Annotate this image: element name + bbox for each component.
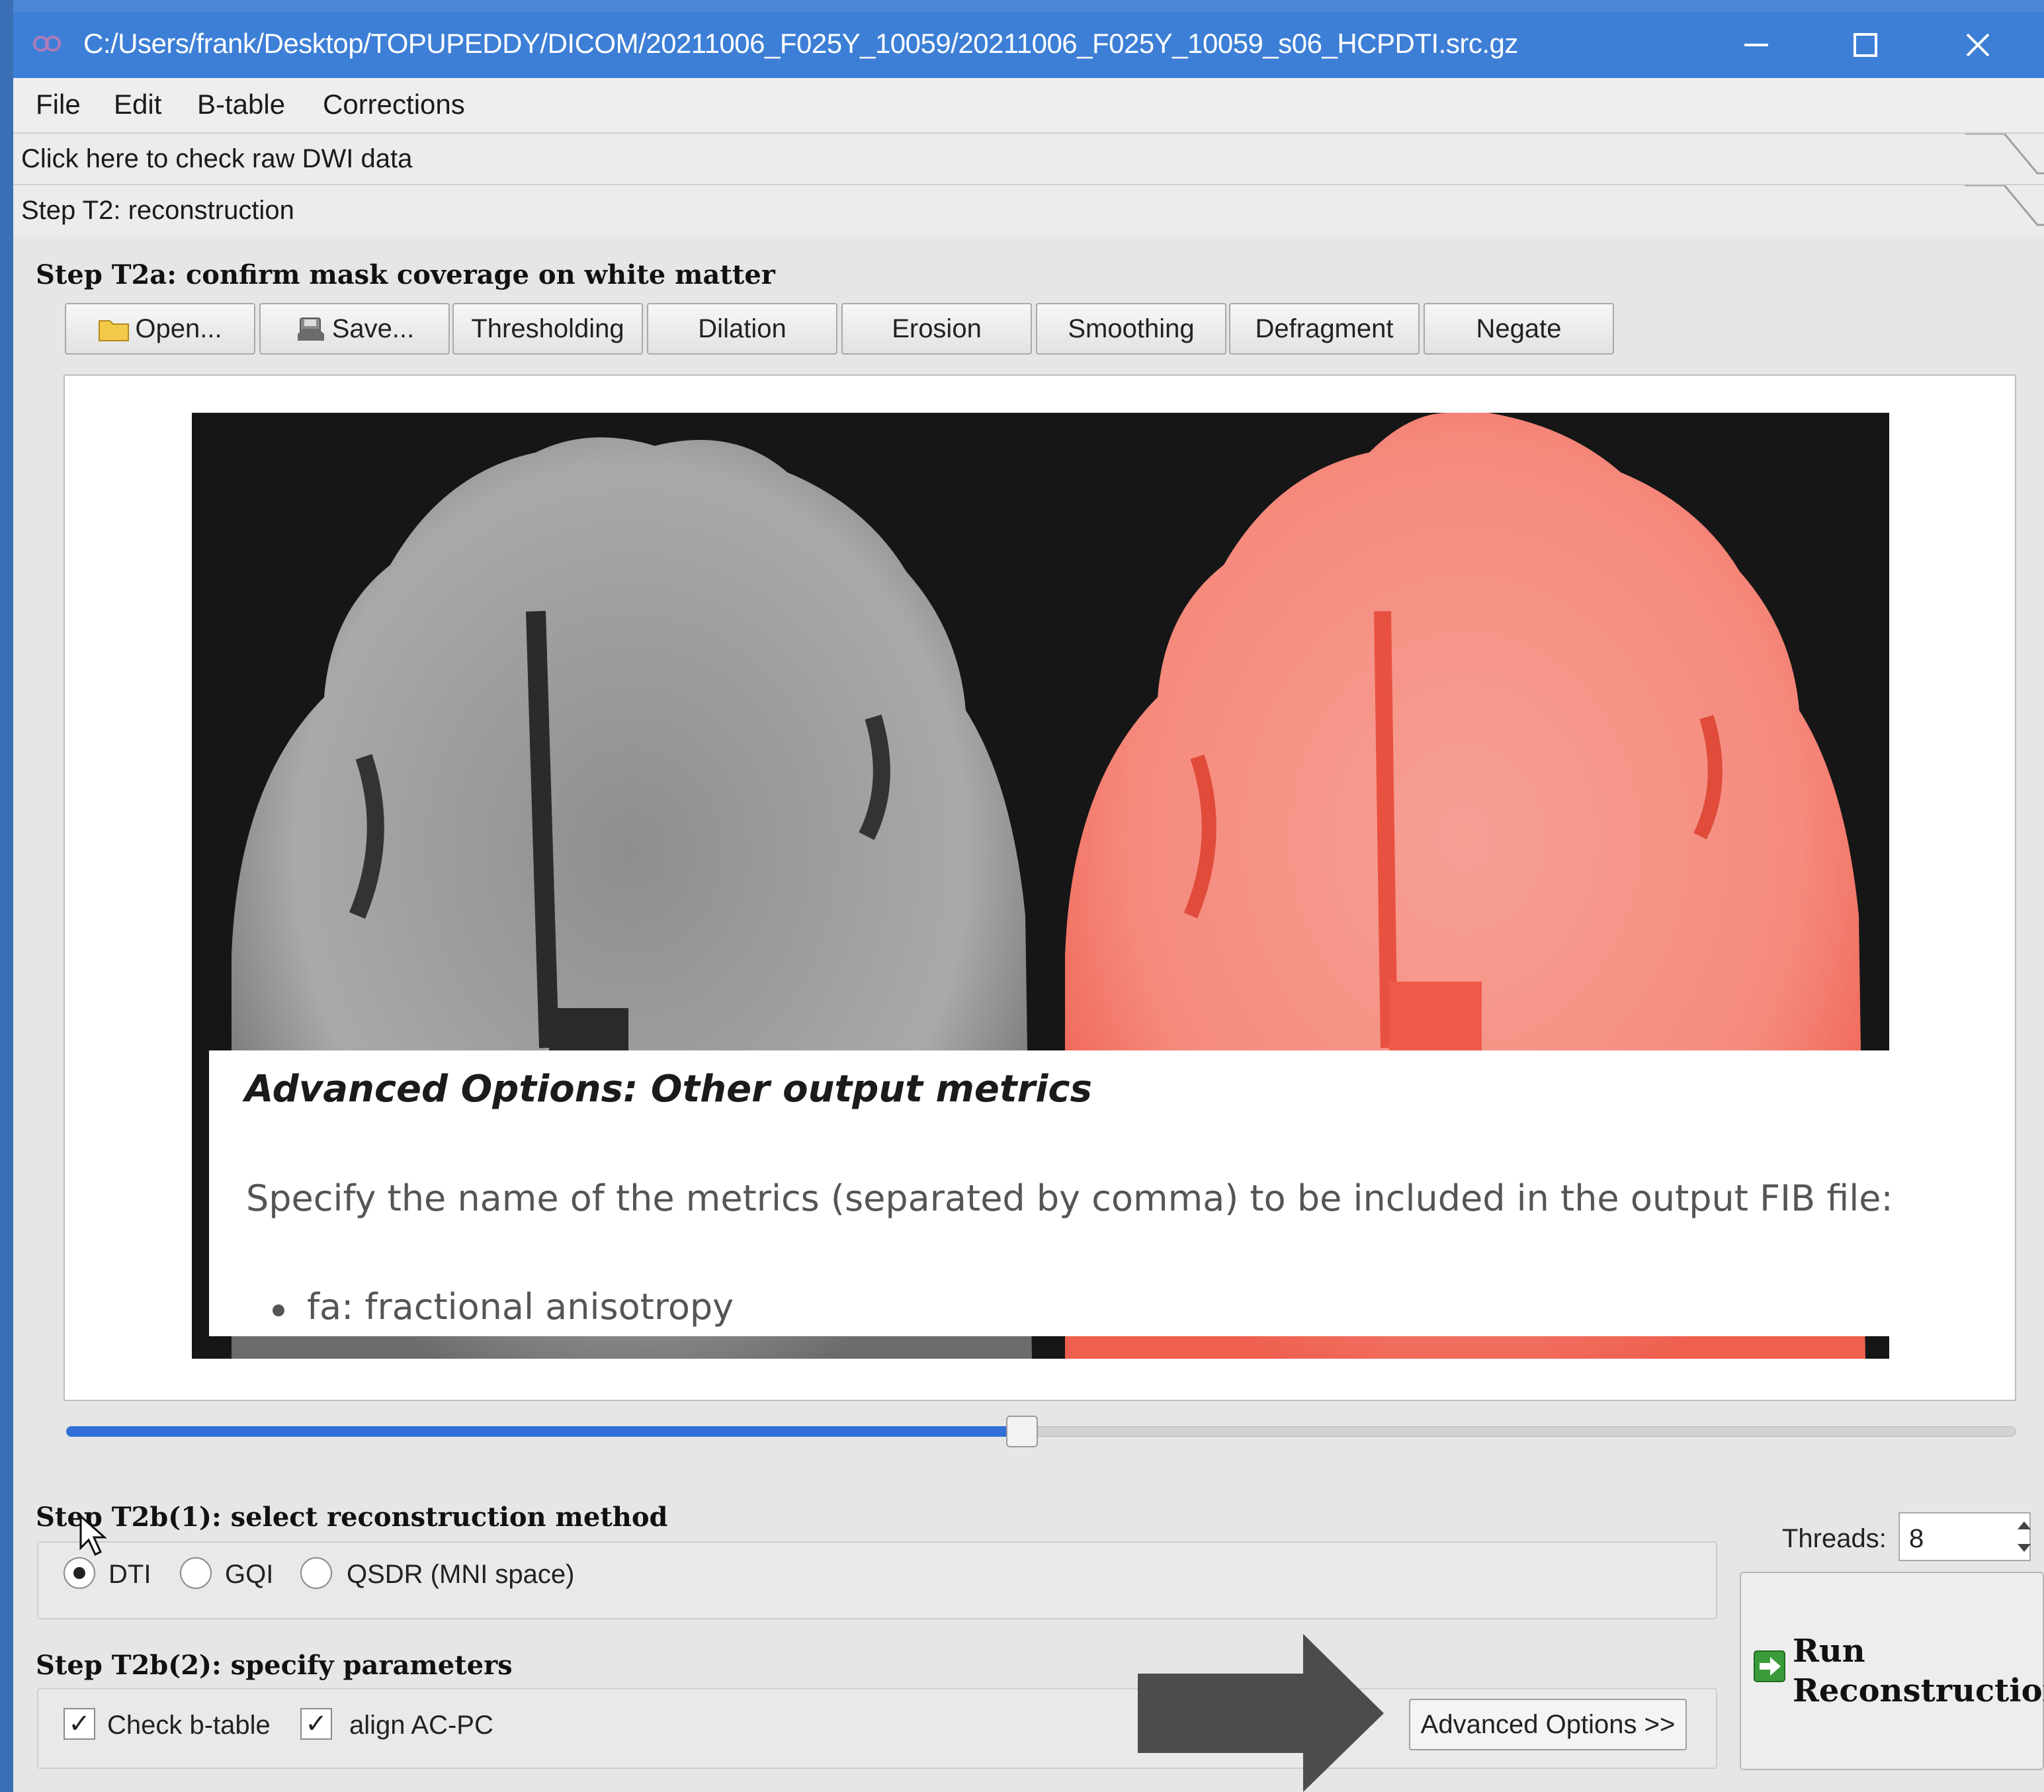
radio-gqi-label: GQI — [225, 1560, 274, 1589]
spin-down-icon — [2018, 1544, 2031, 1552]
app-icon — [33, 36, 61, 52]
desktop-strip-top — [0, 0, 2044, 12]
maximize-icon — [1853, 33, 1877, 57]
menu-corrections[interactable]: Corrections — [323, 89, 465, 120]
radio-gqi[interactable] — [180, 1557, 212, 1589]
check-b-table-checkbox[interactable]: ✓ — [64, 1708, 95, 1740]
mouse-cursor-icon — [79, 1515, 107, 1557]
align-acpc-label: align AC-PC — [349, 1711, 493, 1740]
run-label-line1: Run — [1793, 1633, 1865, 1670]
help-card-title: Advanced Options: Other output metrics — [245, 1068, 1092, 1111]
smoothing-button[interactable]: Smoothing — [1036, 303, 1226, 355]
title-bar: C:/Users/frank/Desktop/TOPUPEDDY/DICOM/2… — [13, 12, 2044, 78]
tab-raw-dwi-label: Click here to check raw DWI data — [21, 144, 413, 173]
tab-corner-shape — [1965, 134, 2044, 175]
radio-dti[interactable] — [64, 1557, 95, 1589]
threads-up-button[interactable] — [2011, 1514, 2037, 1537]
slice-slider-thumb[interactable] — [1005, 1416, 1038, 1447]
desktop-strip-left — [0, 0, 13, 1792]
save-icon — [295, 314, 327, 343]
dilation-button[interactable]: Dilation — [647, 303, 837, 355]
minimize-button[interactable] — [1707, 12, 1806, 78]
run-reconstruction-label: Run Reconstruction — [1793, 1631, 2044, 1711]
checkmark-icon: ✓ — [68, 1709, 91, 1738]
tab-step-t2-label: Step T2: reconstruction — [21, 196, 294, 225]
open-mask-button[interactable]: Open... — [65, 303, 255, 355]
close-icon — [1966, 33, 1990, 57]
annotation-arrow-icon — [1138, 1634, 1384, 1792]
menu-b-table[interactable]: B-table — [197, 89, 285, 120]
close-button[interactable] — [1928, 12, 2027, 78]
tab-step-t2[interactable]: Step T2: reconstruction — [13, 184, 2044, 235]
threads-label: Threads: — [1782, 1524, 1887, 1553]
menu-file[interactable]: File — [36, 89, 81, 120]
radio-dti-label: DTI — [108, 1560, 151, 1589]
step-t2b1-title: Step T2b(1): select reconstruction metho… — [36, 1502, 668, 1533]
thresholding-button[interactable]: Thresholding — [452, 303, 643, 355]
tab-corner-shape — [1965, 185, 2044, 226]
advanced-options-button[interactable]: Advanced Options >> — [1409, 1699, 1687, 1750]
window-title: C:/Users/frank/Desktop/TOPUPEDDY/DICOM/2… — [83, 28, 1518, 59]
help-card-bullet: fa: fractional anisotropy — [307, 1286, 734, 1328]
radio-qsdr-label: QSDR (MNI space) — [347, 1560, 575, 1589]
bullet-dot-icon — [273, 1304, 284, 1316]
menu-bar: File Edit B-table Corrections — [13, 78, 2044, 132]
radio-qsdr[interactable] — [300, 1557, 332, 1589]
save-mask-button[interactable]: Save... — [259, 303, 450, 355]
erosion-button[interactable]: Erosion — [841, 303, 1032, 355]
run-icon — [1754, 1650, 1785, 1682]
menu-edit[interactable]: Edit — [114, 89, 161, 120]
maximize-button[interactable] — [1816, 12, 1915, 78]
method-groupbox — [37, 1541, 1717, 1619]
advanced-options-help-card: Advanced Options: Other output metrics S… — [209, 1050, 1942, 1336]
spin-up-icon — [2018, 1521, 2031, 1529]
defragment-button[interactable]: Defragment — [1229, 303, 1420, 355]
tab-raw-dwi[interactable]: Click here to check raw DWI data — [13, 132, 2044, 184]
minimize-icon — [1744, 44, 1768, 46]
align-acpc-checkbox[interactable]: ✓ — [300, 1708, 332, 1740]
help-card-description: Specify the name of the metrics (separat… — [246, 1177, 1893, 1219]
run-label-line2: Reconstruction — [1793, 1672, 2044, 1709]
checkmark-icon: ✓ — [305, 1709, 327, 1738]
threads-value: 8 — [1909, 1524, 1924, 1553]
open-mask-label: Open... — [135, 314, 222, 343]
folder-icon — [98, 316, 130, 342]
negate-button[interactable]: Negate — [1424, 303, 1614, 355]
slice-slider-fill — [66, 1426, 1022, 1437]
step-t2a-title: Step T2a: confirm mask coverage on white… — [36, 259, 775, 290]
save-mask-label: Save... — [331, 314, 415, 343]
check-b-table-label: Check b-table — [107, 1711, 271, 1740]
step-t2b2-title: Step T2b(2): specify parameters — [36, 1650, 513, 1681]
threads-down-button[interactable] — [2011, 1536, 2037, 1560]
